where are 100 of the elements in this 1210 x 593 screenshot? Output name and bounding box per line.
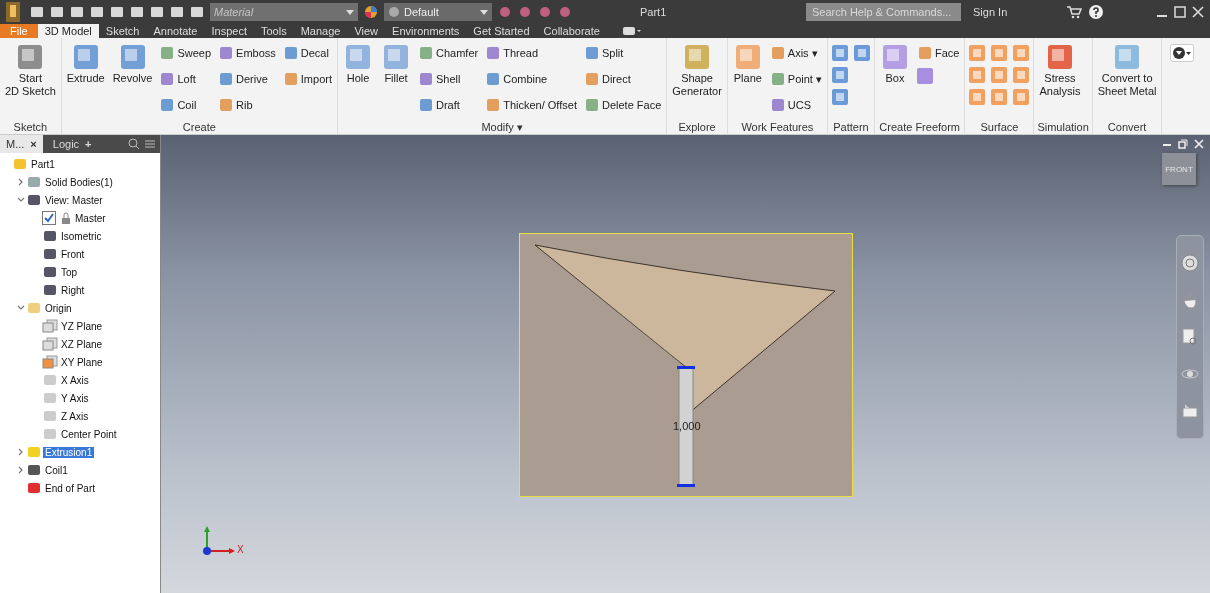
ribbon-tab[interactable]: Tools <box>253 24 294 38</box>
ribbon-button[interactable]: Split <box>582 41 664 65</box>
ribbon-button[interactable]: Coil <box>158 93 214 117</box>
caret-icon[interactable] <box>480 9 488 15</box>
expand-icon[interactable] <box>16 466 25 474</box>
close-icon[interactable] <box>1194 139 1204 149</box>
ribbon-button[interactable]: Axis ▾ <box>768 41 824 65</box>
toolbar-icon[interactable] <box>90 6 104 18</box>
ribbon-button[interactable]: Derive <box>217 67 278 91</box>
toolbar-icon[interactable] <box>110 6 124 18</box>
tree-item[interactable]: Isometric <box>59 230 104 242</box>
ribbon-button[interactable]: Import <box>281 67 334 91</box>
dropdown-icon[interactable] <box>1170 44 1195 62</box>
ribbon-button[interactable]: Chamfer <box>417 41 481 65</box>
checkbox[interactable] <box>42 211 56 225</box>
tree-item[interactable]: XZ Plane <box>59 338 105 350</box>
tool-icon[interactable] <box>852 44 871 62</box>
ribbon-button[interactable]: Stress Analysis <box>1037 41 1083 99</box>
tree-item[interactable]: Right <box>59 284 87 296</box>
panel-toggle-icon[interactable] <box>622 26 641 36</box>
help-icon[interactable] <box>1088 4 1104 20</box>
tree-item[interactable]: View: Master <box>43 194 105 206</box>
tree-item[interactable]: Front <box>59 248 87 260</box>
ribbon-button[interactable]: Direct <box>582 67 664 91</box>
ribbon-tab[interactable]: Environments <box>385 24 467 38</box>
search-field[interactable]: Search Help & Commands... <box>806 3 961 21</box>
tree-item[interactable]: Part1 <box>29 158 57 170</box>
dimension-label[interactable]: 1,000 <box>673 420 701 432</box>
ribbon-button[interactable]: Thicken/ Offset <box>484 93 579 117</box>
tree-item[interactable]: Coil1 <box>43 464 70 476</box>
browser-tab[interactable]: Logic + <box>46 135 98 153</box>
toolbar-icon[interactable] <box>190 6 204 18</box>
tool-icon[interactable] <box>915 67 934 85</box>
ribbon-button[interactable]: Box <box>877 41 912 86</box>
ribbon-button[interactable]: Point ▾ <box>768 67 824 91</box>
ribbon-button[interactable]: Decal <box>281 41 334 65</box>
ribbon-button[interactable]: Emboss <box>217 41 278 65</box>
ribbon-button[interactable]: Delete Face <box>582 93 664 117</box>
toolbar-icon[interactable] <box>50 6 64 18</box>
ribbon-tab[interactable]: Collaborate <box>536 24 607 38</box>
ribbon-button[interactable]: Shell <box>417 67 481 91</box>
tree-item[interactable]: Z Axis <box>59 410 91 422</box>
tool-icon[interactable] <box>830 44 849 62</box>
ribbon-button[interactable]: Loft <box>158 67 214 91</box>
toolbar-icon[interactable] <box>150 6 164 18</box>
ribbon-button[interactable]: Plane <box>730 41 765 86</box>
tree-item[interactable]: Origin <box>43 302 74 314</box>
toolbar-icon[interactable] <box>130 6 144 18</box>
ribbon-button[interactable]: Start 2D Sketch <box>3 41 58 99</box>
caret-icon[interactable] <box>346 9 354 15</box>
search-icon[interactable] <box>128 138 140 150</box>
ribbon-button[interactable]: UCS <box>768 93 824 117</box>
ribbon-button[interactable]: Rib <box>217 93 278 117</box>
ribbon-tab[interactable]: Sketch <box>98 24 147 38</box>
tree-item[interactable]: Solid Bodies(1) <box>43 176 115 188</box>
collapse-icon[interactable] <box>16 196 25 204</box>
tree-item[interactable]: Extrusion1 <box>43 446 95 458</box>
tree-item[interactable]: YZ Plane <box>59 320 105 332</box>
tool-icon[interactable] <box>830 88 849 106</box>
tree-item[interactable]: Master <box>73 212 108 224</box>
expand-icon[interactable] <box>16 178 25 186</box>
ribbon-tab[interactable]: 3D Model <box>37 24 99 38</box>
app-logo-icon[interactable] <box>6 2 20 22</box>
ribbon-button[interactable]: Shape Generator <box>670 41 724 99</box>
close-icon[interactable] <box>1192 6 1204 18</box>
toolbar-icon[interactable] <box>170 6 184 18</box>
ribbon-button[interactable]: Revolve <box>110 41 155 86</box>
ribbon-button[interactable]: Face <box>915 41 962 65</box>
restore-icon[interactable] <box>1178 139 1188 149</box>
menu-icon[interactable] <box>144 138 156 150</box>
ribbon-button[interactable]: Extrude <box>64 41 107 86</box>
ribbon-button[interactable]: Fillet <box>379 41 413 86</box>
ribbon-tab[interactable]: Get Started <box>466 24 537 38</box>
browser-tab[interactable]: M... × <box>0 135 43 153</box>
steering-wheel-icon[interactable] <box>1180 252 1200 273</box>
ribbon-tab[interactable]: Annotate <box>146 24 205 38</box>
ribbon-tab[interactable]: Manage <box>293 24 348 38</box>
toolbar-icon[interactable] <box>70 6 84 18</box>
ribbon-button[interactable]: Convert to Sheet Metal <box>1095 41 1159 99</box>
ribbon-button[interactable]: Thread <box>484 41 579 65</box>
tree-item[interactable]: End of Part <box>43 482 98 494</box>
toolbar-icon[interactable] <box>30 6 44 18</box>
zoom-icon[interactable] <box>1180 326 1200 347</box>
tree-item[interactable]: Y Axis <box>59 392 91 404</box>
ribbon-tab[interactable]: View <box>347 24 386 38</box>
ribbon-button[interactable]: Hole <box>341 41 375 86</box>
tree-item[interactable]: Center Point <box>59 428 119 440</box>
ribbon-button[interactable]: Combine <box>484 67 579 91</box>
maximize-icon[interactable] <box>1174 6 1186 18</box>
tree-item[interactable]: XY Plane <box>59 356 105 368</box>
tool-icon[interactable] <box>830 66 849 84</box>
sign-in-link[interactable]: Sign In <box>973 6 1008 18</box>
expand-icon[interactable] <box>16 448 25 456</box>
cart-icon[interactable] <box>1066 5 1082 19</box>
tree-item[interactable]: Top <box>59 266 80 278</box>
appearance-dropdown[interactable]: Default <box>384 3 492 21</box>
tree-item[interactable]: X Axis <box>59 374 91 386</box>
ribbon-button[interactable]: Draft <box>417 93 481 117</box>
ribbon-button[interactable]: Sweep <box>158 41 214 65</box>
collapse-icon[interactable] <box>16 304 25 312</box>
